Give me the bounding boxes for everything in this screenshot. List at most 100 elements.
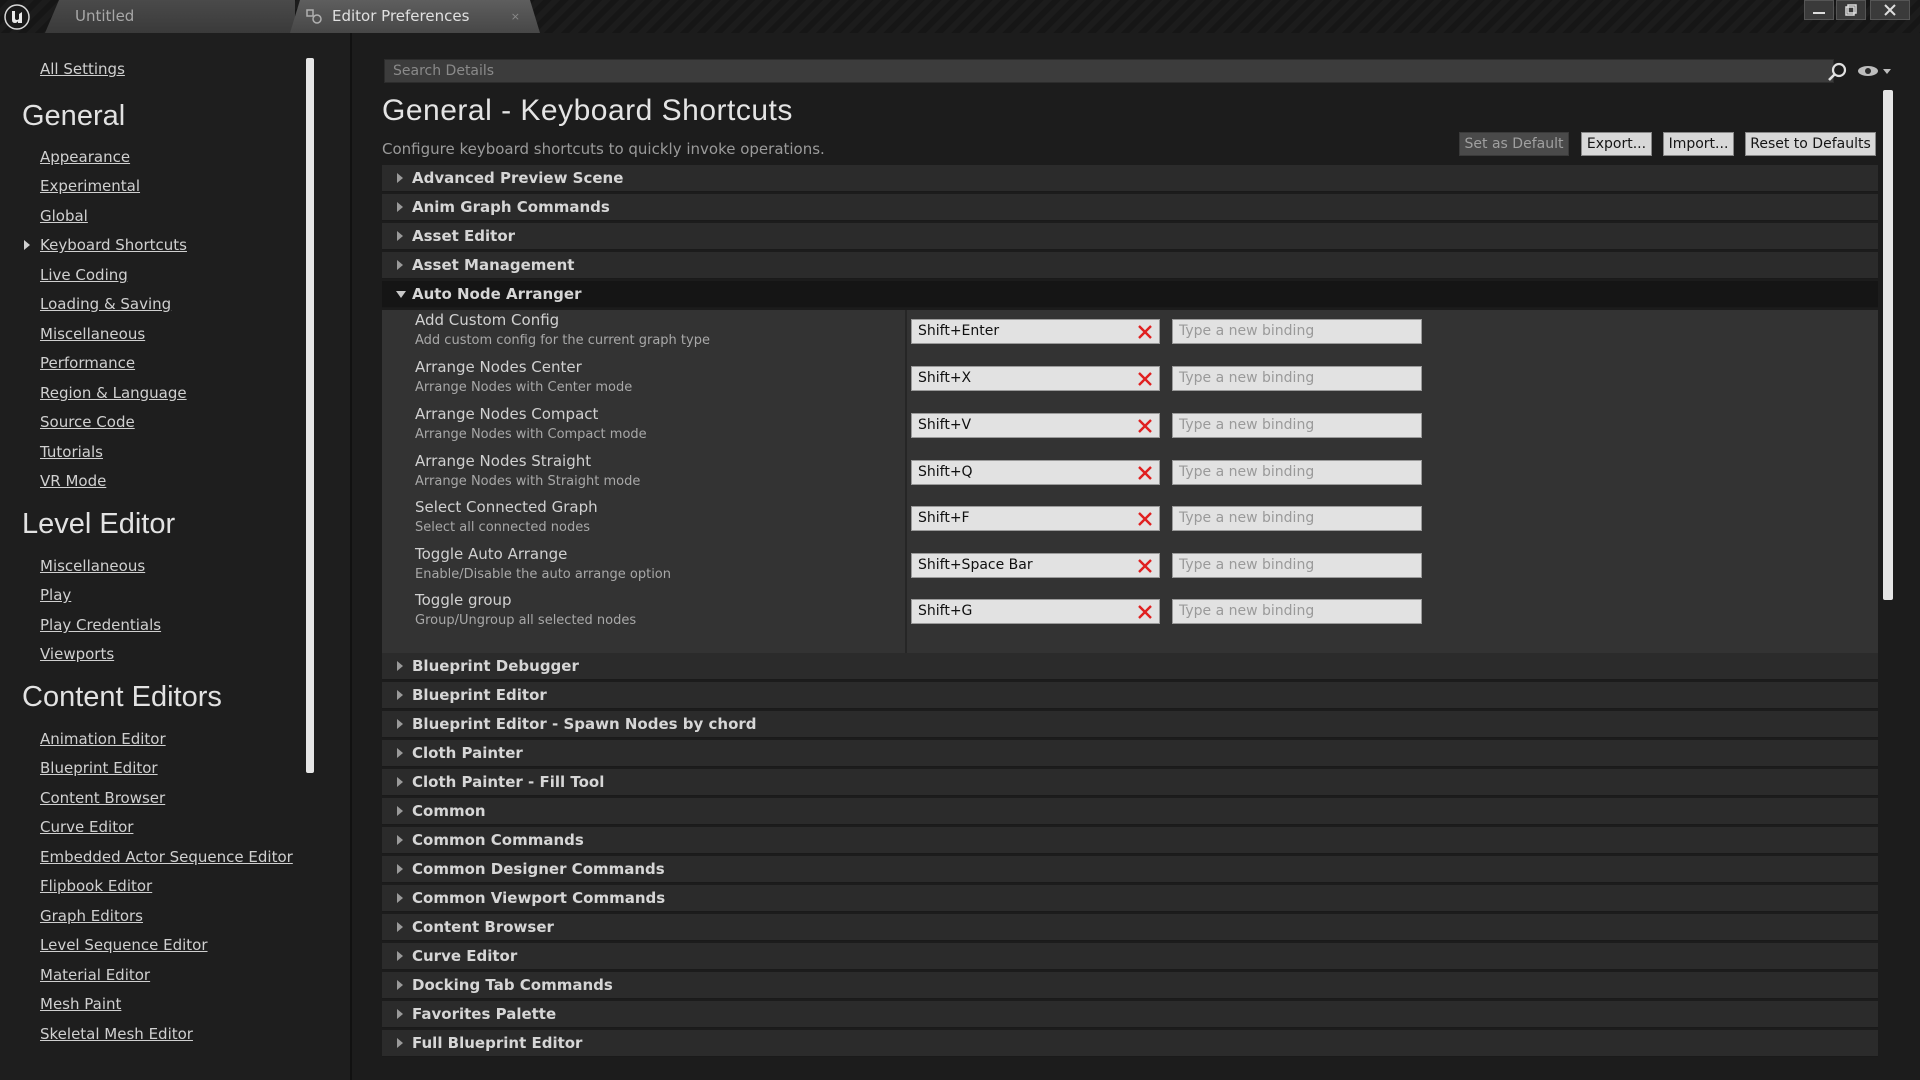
expand-arrow-icon [397,260,403,270]
sidebar-item-level-miscellaneous[interactable]: Miscellaneous [40,557,145,575]
new-binding-input[interactable]: Type a new binding [1172,599,1422,624]
sidebar-item-embedded-actor-sequence-editor[interactable]: Embedded Actor Sequence Editor [40,848,293,866]
search-input[interactable]: Search Details [384,59,1834,83]
binding-field[interactable]: Shift+G [911,599,1160,624]
clear-binding-icon[interactable] [1136,464,1154,482]
category-row[interactable]: Blueprint Debugger [382,653,1878,680]
expand-arrow-icon [397,719,403,729]
category-label: Common Commands [412,831,584,849]
sidebar-item-play-credentials[interactable]: Play Credentials [40,616,161,634]
view-options-eye-icon[interactable] [1856,64,1892,78]
category-row[interactable]: Asset Management [382,252,1878,279]
binding-field[interactable]: Shift+Enter [911,319,1160,344]
sidebar-item-graph-editors[interactable]: Graph Editors [40,907,143,925]
tab-editor-preferences[interactable]: Editor Preferences × [290,0,540,33]
command-name: Arrange Nodes Compact [415,405,599,423]
category-row[interactable]: Anim Graph Commands [382,194,1878,221]
category-row[interactable]: Favorites Palette [382,1001,1878,1028]
new-binding-input[interactable]: Type a new binding [1172,366,1422,391]
details-scrollbar[interactable] [1883,90,1893,600]
category-row-expanded[interactable]: Auto Node Arranger [382,281,1878,308]
sidebar-item-performance[interactable]: Performance [40,354,135,372]
command-name: Toggle group [415,591,512,609]
sidebar-item-source-code[interactable]: Source Code [40,413,135,431]
binding-field[interactable]: Shift+Space Bar [911,553,1160,578]
sidebar-item-play[interactable]: Play [40,586,71,604]
category-row[interactable]: Common Commands [382,827,1878,854]
sidebar-item-mesh-paint[interactable]: Mesh Paint [40,995,121,1013]
sidebar-item-loading-saving[interactable]: Loading & Saving [40,295,171,313]
category-row[interactable]: Curve Editor [382,943,1878,970]
sidebar-item-animation-editor[interactable]: Animation Editor [40,730,166,748]
sidebar-item-level-sequence-editor[interactable]: Level Sequence Editor [40,936,208,954]
binding-field[interactable]: Shift+Q [911,460,1160,485]
sidebar-item-vr-mode[interactable]: VR Mode [40,472,106,490]
new-binding-input[interactable]: Type a new binding [1172,319,1422,344]
category-row[interactable]: Full Blueprint Editor [382,1030,1878,1057]
expand-arrow-icon [397,661,403,671]
sidebar-item-tutorials[interactable]: Tutorials [40,443,103,461]
sidebar-item-region-language[interactable]: Region & Language [40,384,187,402]
sidebar-item-keyboard-shortcuts[interactable]: Keyboard Shortcuts [40,236,187,254]
clear-binding-icon[interactable] [1136,417,1154,435]
sidebar-all-settings-link[interactable]: All Settings [40,60,125,78]
export-button[interactable]: Export... [1581,132,1652,156]
expand-arrow-icon [397,864,403,874]
close-window-button[interactable] [1870,0,1910,20]
reset-to-defaults-button[interactable]: Reset to Defaults [1745,132,1876,156]
category-row[interactable]: Cloth Painter [382,740,1878,767]
sidebar-item-live-coding[interactable]: Live Coding [40,266,128,284]
clear-binding-icon[interactable] [1136,557,1154,575]
command-description: Enable/Disable the auto arrange option [415,567,671,582]
category-row[interactable]: Common [382,798,1878,825]
unreal-logo-icon [0,0,33,33]
close-tab-icon[interactable]: × [511,0,520,33]
binding-field[interactable]: Shift+F [911,506,1160,531]
clear-binding-icon[interactable] [1136,370,1154,388]
tab-untitled[interactable]: Untitled [45,0,295,33]
command-description: Arrange Nodes with Center mode [415,380,633,395]
binding-field[interactable]: Shift+X [911,366,1160,391]
sidebar-item-skeletal-mesh-editor[interactable]: Skeletal Mesh Editor [40,1025,193,1043]
sidebar-scrollbar[interactable] [306,58,314,773]
expand-arrow-icon [397,922,403,932]
sidebar-item-miscellaneous[interactable]: Miscellaneous [40,325,145,343]
category-label: Cloth Painter - Fill Tool [412,773,605,791]
new-binding-input[interactable]: Type a new binding [1172,413,1422,438]
category-label: Common Designer Commands [412,860,665,878]
minimize-button[interactable] [1804,0,1834,20]
new-binding-input[interactable]: Type a new binding [1172,506,1422,531]
binding-field[interactable]: Shift+V [911,413,1160,438]
category-label: Asset Editor [412,227,516,245]
new-binding-input[interactable]: Type a new binding [1172,460,1422,485]
new-binding-input[interactable]: Type a new binding [1172,553,1422,578]
search-icon[interactable] [1826,61,1848,83]
category-row[interactable]: Docking Tab Commands [382,972,1878,999]
page-title: General - Keyboard Shortcuts [382,94,793,127]
restore-button[interactable] [1836,0,1866,20]
sidebar-item-curve-editor[interactable]: Curve Editor [40,818,133,836]
category-row[interactable]: Common Designer Commands [382,856,1878,883]
sidebar-item-content-browser[interactable]: Content Browser [40,789,165,807]
command-name: Select Connected Graph [415,498,598,516]
column-splitter[interactable] [905,310,907,653]
set-as-default-button[interactable]: Set as Default [1459,132,1569,156]
sidebar-item-appearance[interactable]: Appearance [40,148,130,166]
category-row[interactable]: Common Viewport Commands [382,885,1878,912]
clear-binding-icon[interactable] [1136,323,1154,341]
sidebar-item-material-editor[interactable]: Material Editor [40,966,150,984]
category-row[interactable]: Advanced Preview Scene [382,165,1878,192]
clear-binding-icon[interactable] [1136,510,1154,528]
sidebar-item-experimental[interactable]: Experimental [40,177,140,195]
import-button[interactable]: Import... [1663,132,1734,156]
category-row[interactable]: Asset Editor [382,223,1878,250]
category-row[interactable]: Blueprint Editor - Spawn Nodes by chord [382,711,1878,738]
sidebar-item-blueprint-editor[interactable]: Blueprint Editor [40,759,158,777]
sidebar-item-flipbook-editor[interactable]: Flipbook Editor [40,877,152,895]
sidebar-item-viewports[interactable]: Viewports [40,645,114,663]
category-row[interactable]: Blueprint Editor [382,682,1878,709]
clear-binding-icon[interactable] [1136,603,1154,621]
category-row[interactable]: Content Browser [382,914,1878,941]
sidebar-item-global[interactable]: Global [40,207,88,225]
category-row[interactable]: Cloth Painter - Fill Tool [382,769,1878,796]
